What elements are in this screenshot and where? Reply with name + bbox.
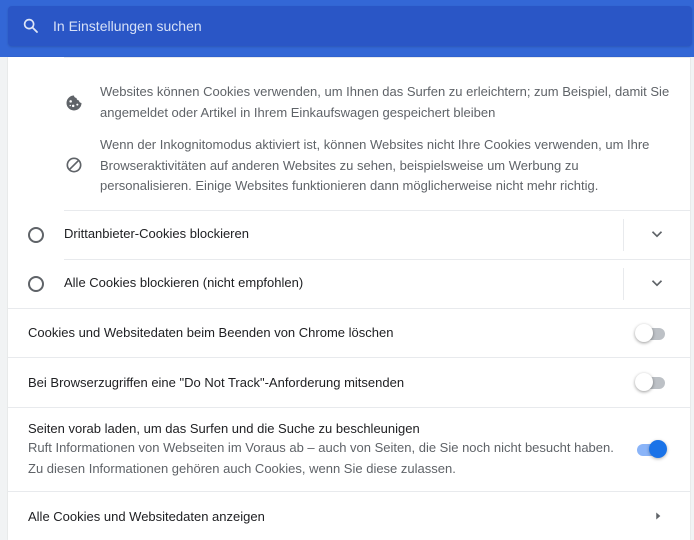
divider bbox=[64, 57, 690, 58]
radio-button[interactable] bbox=[28, 276, 44, 292]
incognito-info-line-1: Wenn der Inkognitomodus aktiviert ist, k… bbox=[100, 137, 650, 152]
cookie-info-line-2: angemeldet oder Artikel in Ihrem Einkauf… bbox=[100, 104, 496, 120]
arrow-right-icon[interactable] bbox=[651, 509, 665, 523]
radio-block-all-cookies[interactable]: Alle Cookies blockieren (nicht empfohlen… bbox=[8, 259, 690, 308]
separator bbox=[623, 268, 624, 300]
chevron-down-icon[interactable] bbox=[648, 274, 666, 292]
preload-toggle[interactable] bbox=[635, 439, 669, 459]
radio-label: Alle Cookies blockieren (nicht empfohlen… bbox=[64, 275, 304, 290]
cookie-icon bbox=[66, 95, 82, 111]
cookie-settings-card: Websites können Cookies verwenden, um Ih… bbox=[8, 57, 690, 540]
search-icon[interactable] bbox=[22, 17, 40, 35]
setting-description-line-2: Zu diesen Informationen gehören auch Coo… bbox=[28, 460, 456, 476]
clear-on-exit-toggle[interactable] bbox=[635, 323, 669, 343]
separator bbox=[623, 219, 624, 251]
do-not-track-toggle[interactable] bbox=[635, 372, 669, 392]
settings-header bbox=[0, 0, 694, 57]
cookie-info-row: Websites können Cookies verwenden, um Ih… bbox=[8, 77, 690, 127]
setting-do-not-track[interactable]: Bei Browserzugriffen eine "Do Not Track"… bbox=[8, 357, 690, 407]
toggle-knob bbox=[649, 440, 667, 458]
setting-clear-cookies-on-exit[interactable]: Cookies und Websitedaten beim Beenden vo… bbox=[8, 308, 690, 357]
toggle-knob bbox=[635, 373, 653, 391]
radio-button[interactable] bbox=[28, 227, 44, 243]
incognito-info-text: Wenn der Inkognitomodus aktiviert ist, k… bbox=[100, 135, 670, 197]
chevron-down-icon[interactable] bbox=[648, 225, 666, 243]
setting-description-line-1: Ruft Informationen von Webseiten im Vora… bbox=[28, 440, 614, 455]
setting-label: Seiten vorab laden, um das Surfen und di… bbox=[28, 421, 420, 436]
cookie-info-text: Websites können Cookies verwenden, um Ih… bbox=[100, 82, 670, 123]
incognito-info-line-3: personalisieren. Einige Websites funktio… bbox=[100, 178, 599, 193]
settings-search-box[interactable] bbox=[8, 6, 692, 46]
setting-preload-pages[interactable]: Seiten vorab laden, um das Surfen und di… bbox=[8, 407, 690, 491]
incognito-info-line-2: Browseraktivitäten auf anderen Websites … bbox=[100, 157, 579, 173]
block-icon bbox=[66, 157, 82, 173]
setting-label: Bei Browserzugriffen eine "Do Not Track"… bbox=[28, 375, 405, 390]
search-input[interactable] bbox=[53, 13, 653, 39]
setting-label: Alle Cookies und Websitedaten anzeigen bbox=[28, 509, 265, 524]
radio-label: Drittanbieter-Cookies blockieren bbox=[64, 226, 249, 241]
incognito-info-row: Wenn der Inkognitomodus aktiviert ist, k… bbox=[8, 135, 690, 205]
setting-all-cookies-link[interactable]: Alle Cookies und Websitedaten anzeigen bbox=[8, 491, 690, 540]
toggle-knob bbox=[635, 324, 653, 342]
setting-label: Cookies und Websitedaten beim Beenden vo… bbox=[28, 325, 394, 340]
cookie-info-line-1: Websites können Cookies verwenden, um Ih… bbox=[100, 84, 670, 99]
radio-block-third-party-cookies[interactable]: Drittanbieter-Cookies blockieren bbox=[8, 210, 690, 259]
setting-description: Ruft Informationen von Webseiten im Vora… bbox=[28, 438, 628, 479]
